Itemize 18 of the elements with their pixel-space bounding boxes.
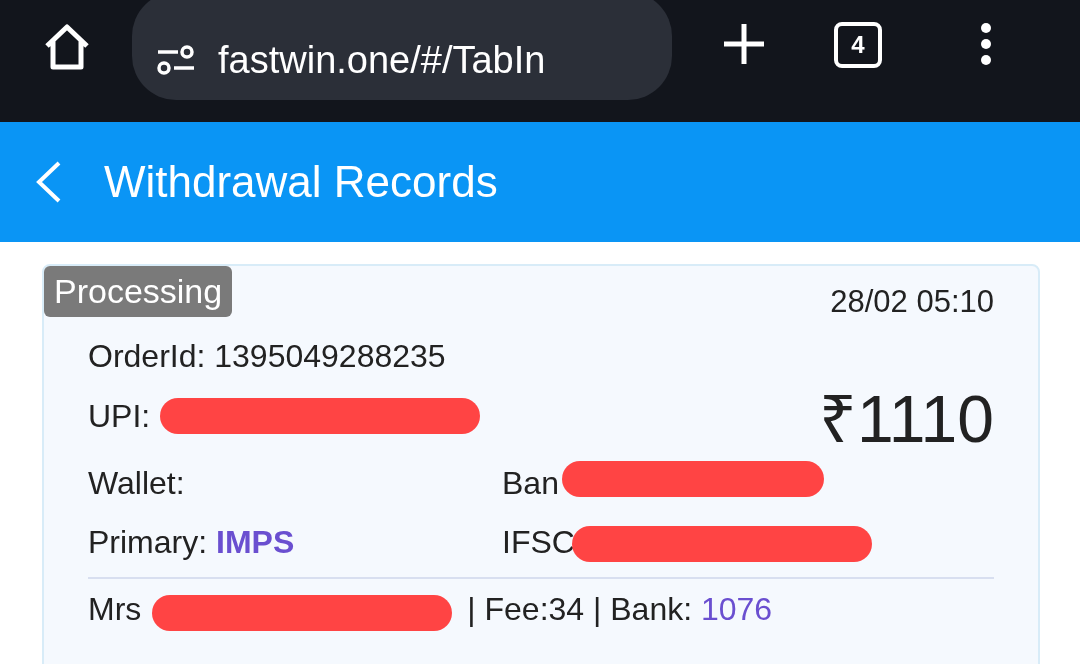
status-badge: Processing [44, 266, 233, 317]
order-id: OrderId: 1395049288235 [88, 338, 447, 375]
new-tab-icon[interactable] [722, 22, 766, 66]
tab-count[interactable]: 4 [834, 22, 882, 68]
name-label: Mrs [88, 591, 142, 628]
upi-label: UPI: [88, 397, 151, 435]
address-bar[interactable]: fastwin.one/#/TabIn [132, 0, 672, 100]
wallet-label: Wallet: [88, 465, 186, 502]
bank-label: Ban [502, 465, 559, 501]
fee-info: | Fee:34 | Bank: 1076 [467, 591, 773, 628]
ifsc-label: IFSC [502, 524, 575, 560]
menu-icon[interactable] [980, 22, 992, 66]
site-settings-icon[interactable] [156, 45, 196, 75]
amount: ₹1110 [818, 381, 994, 458]
page-title: Withdrawal Records [104, 157, 498, 207]
url-text: fastwin.one/#/TabIn [218, 38, 546, 82]
record-time: 28/02 05:10 [830, 284, 994, 320]
primary-channel: Primary: IMPS [88, 524, 296, 561]
